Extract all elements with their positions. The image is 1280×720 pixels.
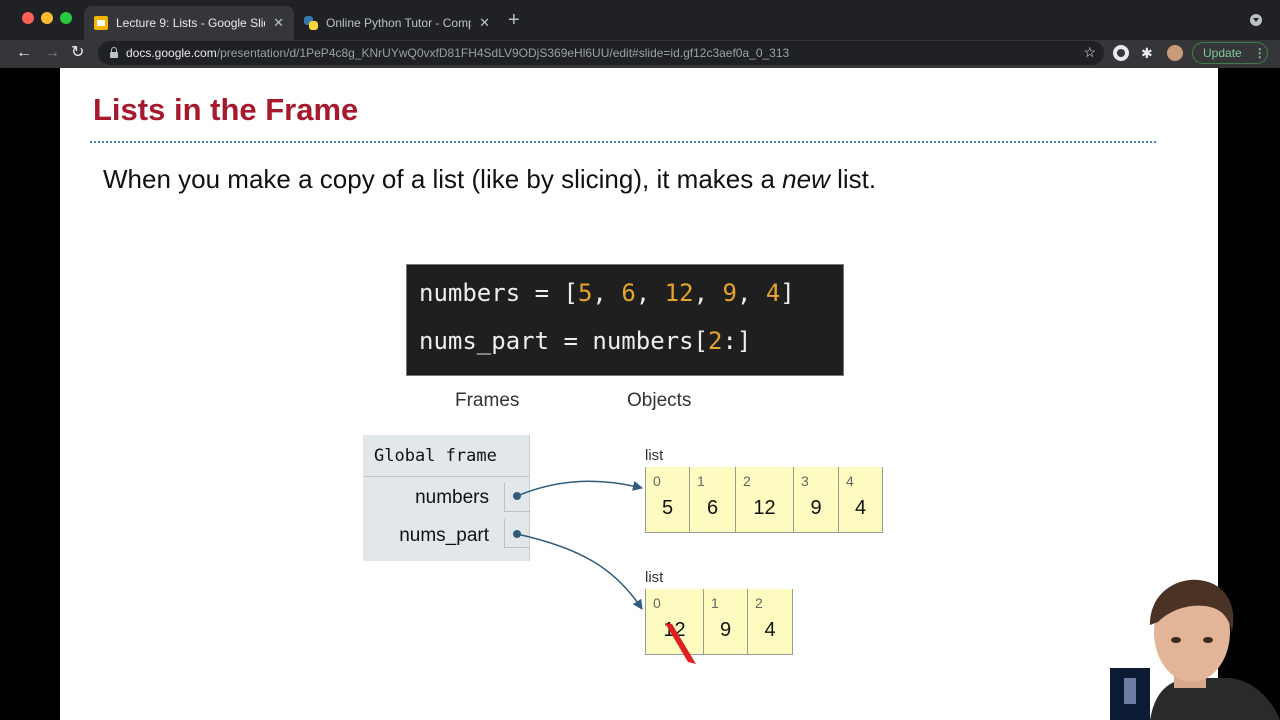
close-tab-icon[interactable]: ✕ [273, 15, 284, 31]
red-cursor-icon [665, 623, 696, 664]
tab-lecture-slides[interactable]: Lecture 9: Lists - Google Slides ✕ [84, 6, 294, 40]
google-slides-icon [94, 16, 108, 30]
maximize-window-button[interactable] [60, 12, 72, 24]
minimize-window-button[interactable] [41, 12, 53, 24]
tab-bar: Lecture 9: Lists - Google Slides ✕ Onlin… [0, 0, 1280, 40]
slide-canvas: Lists in the Frame When you make a copy … [60, 68, 1218, 720]
nums-part-pointer-arrow [516, 533, 643, 610]
forward-arrow-icon[interactable]: → [44, 43, 60, 63]
numbers-pointer-arrow [516, 480, 643, 497]
extension-icon[interactable] [1113, 45, 1129, 61]
update-label: Update [1203, 46, 1242, 60]
browser-toolbar: ← → ↻ docs.google.com/presentation/d/1Pe… [0, 40, 1280, 68]
address-bar[interactable]: docs.google.com/presentation/d/1PeP4c8g_… [98, 41, 1104, 65]
lock-icon [110, 47, 118, 58]
tab-search-icon[interactable] [1250, 14, 1262, 26]
presenter-webcam [1110, 570, 1280, 720]
new-tab-plus-icon[interactable]: + [508, 10, 520, 30]
bookmark-star-icon[interactable]: ☆ [1083, 44, 1096, 61]
more-menu-icon[interactable]: ⋮ [1254, 46, 1266, 60]
python-icon [304, 16, 318, 30]
reference-arrows [513, 480, 696, 664]
back-arrow-icon[interactable]: ← [16, 43, 32, 63]
extensions-puzzle-icon[interactable]: ✱ [1141, 45, 1157, 61]
presenter-avatar [1110, 579, 1280, 720]
url-host: docs.google.com [126, 46, 217, 60]
reload-icon[interactable]: ↻ [71, 43, 84, 63]
tab-title: Online Python Tutor - Composable [326, 16, 471, 30]
tab-title: Lecture 9: Lists - Google Slides [116, 16, 265, 30]
tab-python-tutor[interactable]: Online Python Tutor - Composable ✕ [294, 6, 500, 40]
close-tab-icon[interactable]: ✕ [479, 15, 490, 31]
url-path: /presentation/d/1PeP4c8g_KNrUYwQ0vxfD81F… [216, 46, 790, 60]
close-window-button[interactable] [22, 12, 34, 24]
profile-avatar[interactable] [1167, 45, 1183, 61]
update-button[interactable]: Update ⋮ [1192, 42, 1268, 64]
